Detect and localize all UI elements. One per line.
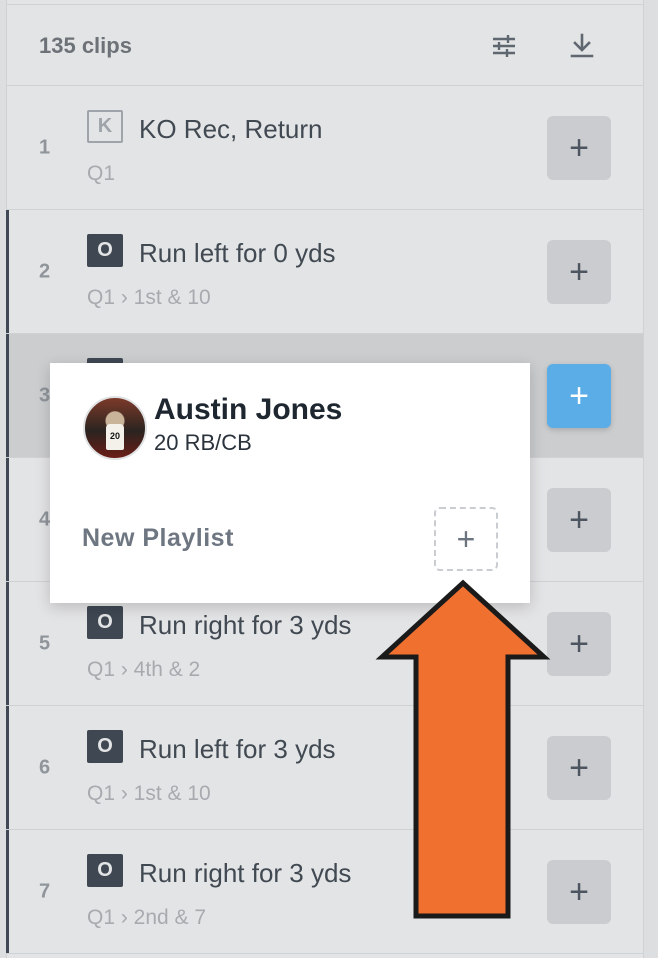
pointer-arrow-icon xyxy=(375,579,551,919)
